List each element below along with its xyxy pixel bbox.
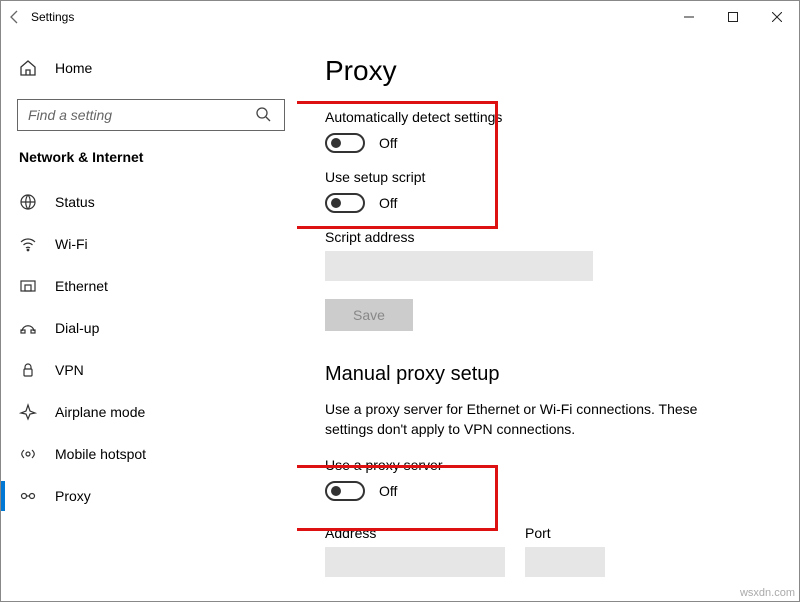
proxy-icon (19, 487, 37, 505)
auto-detect-value: Off (379, 135, 397, 151)
maximize-button[interactable] (711, 1, 755, 33)
sidebar-item-label: Mobile hotspot (55, 446, 146, 462)
script-address-label: Script address (325, 229, 769, 245)
sidebar-item-label: VPN (55, 362, 84, 378)
titlebar: Settings (1, 1, 799, 33)
sidebar-item-proxy[interactable]: Proxy (1, 475, 297, 517)
back-arrow-icon (7, 9, 23, 25)
watermark: wsxdn.com (740, 587, 795, 599)
minimize-button[interactable] (667, 1, 711, 33)
auto-detect-label: Automatically detect settings (325, 109, 769, 125)
window-title: Settings (31, 10, 74, 24)
setup-script-label: Use setup script (325, 169, 769, 185)
sidebar-item-label: Proxy (55, 488, 91, 504)
manual-proxy-title: Manual proxy setup (325, 363, 769, 386)
sidebar-item-wifi[interactable]: Wi-Fi (1, 223, 297, 265)
sidebar-item-label: Airplane mode (55, 404, 145, 420)
setup-script-value: Off (379, 195, 397, 211)
category-label: Network & Internet (1, 149, 297, 175)
sidebar: Home Network & Internet Status (1, 33, 297, 601)
sidebar-item-dialup[interactable]: Dial-up (1, 307, 297, 349)
search-icon (255, 106, 271, 122)
sidebar-item-status[interactable]: Status (1, 181, 297, 223)
use-proxy-toggle[interactable] (325, 481, 365, 501)
wifi-icon (19, 235, 37, 253)
home-icon (19, 59, 37, 77)
home-nav[interactable]: Home (1, 47, 297, 89)
auto-detect-toggle[interactable] (325, 133, 365, 153)
vpn-icon (19, 361, 37, 379)
status-icon (19, 193, 37, 211)
sidebar-item-label: Dial-up (55, 320, 99, 336)
use-proxy-label: Use a proxy server (325, 457, 769, 473)
sidebar-item-label: Status (55, 194, 95, 210)
sidebar-item-hotspot[interactable]: Mobile hotspot (1, 433, 297, 475)
hotspot-icon (19, 445, 37, 463)
save-button[interactable]: Save (325, 299, 413, 331)
sidebar-item-airplane[interactable]: Airplane mode (1, 391, 297, 433)
dialup-icon (19, 319, 37, 337)
search-input[interactable] (17, 99, 285, 131)
manual-proxy-description: Use a proxy server for Ethernet or Wi-Fi… (325, 400, 745, 439)
setup-script-toggle[interactable] (325, 193, 365, 213)
sidebar-item-label: Wi-Fi (55, 236, 88, 252)
script-address-input[interactable] (325, 251, 593, 281)
ethernet-icon (19, 277, 37, 295)
sidebar-item-label: Ethernet (55, 278, 108, 294)
sidebar-item-ethernet[interactable]: Ethernet (1, 265, 297, 307)
port-label: Port (525, 525, 605, 541)
home-label: Home (55, 60, 92, 76)
use-proxy-value: Off (379, 483, 397, 499)
airplane-icon (19, 403, 37, 421)
sidebar-item-vpn[interactable]: VPN (1, 349, 297, 391)
nav-list: Status Wi-Fi Ethernet (1, 181, 297, 517)
address-label: Address (325, 525, 505, 541)
page-title: Proxy (325, 55, 769, 87)
port-input[interactable] (525, 547, 605, 577)
content-pane: Proxy Automatically detect settings Off … (297, 33, 799, 601)
settings-window: Settings Home N (0, 0, 800, 602)
search-wrap (17, 99, 281, 131)
close-button[interactable] (755, 1, 799, 33)
address-input[interactable] (325, 547, 505, 577)
